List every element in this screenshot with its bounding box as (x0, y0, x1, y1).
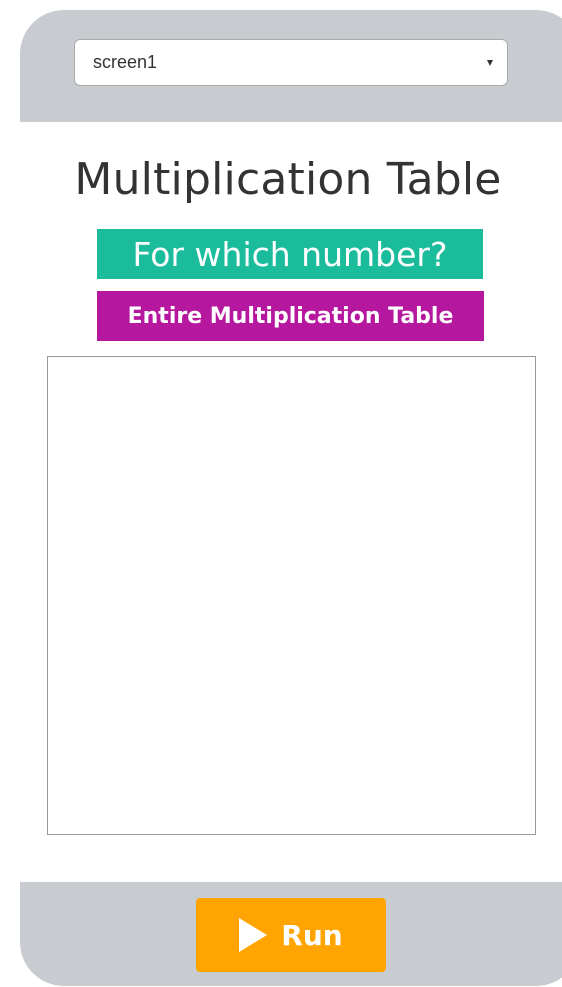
run-button[interactable]: Run (196, 898, 386, 972)
app-screen: Multiplication Table For which number? E… (20, 122, 562, 882)
play-icon (239, 918, 268, 952)
screen-select-dropdown[interactable]: screen1 (74, 39, 508, 86)
screen-select-value: screen1 (93, 52, 158, 72)
entire-table-button[interactable]: Entire Multiplication Table (97, 291, 484, 341)
page: screen1 Multiplication Table For which n… (0, 0, 562, 987)
screen-selector-bar: screen1 (20, 10, 562, 122)
page-title: Multiplication Table (74, 154, 502, 205)
run-button-label: Run (281, 918, 343, 952)
chevron-down-icon (487, 59, 493, 66)
for-which-number-button[interactable]: For which number? (97, 229, 483, 279)
phone-frame: screen1 Multiplication Table For which n… (20, 10, 562, 986)
output-text-area[interactable] (47, 356, 536, 835)
